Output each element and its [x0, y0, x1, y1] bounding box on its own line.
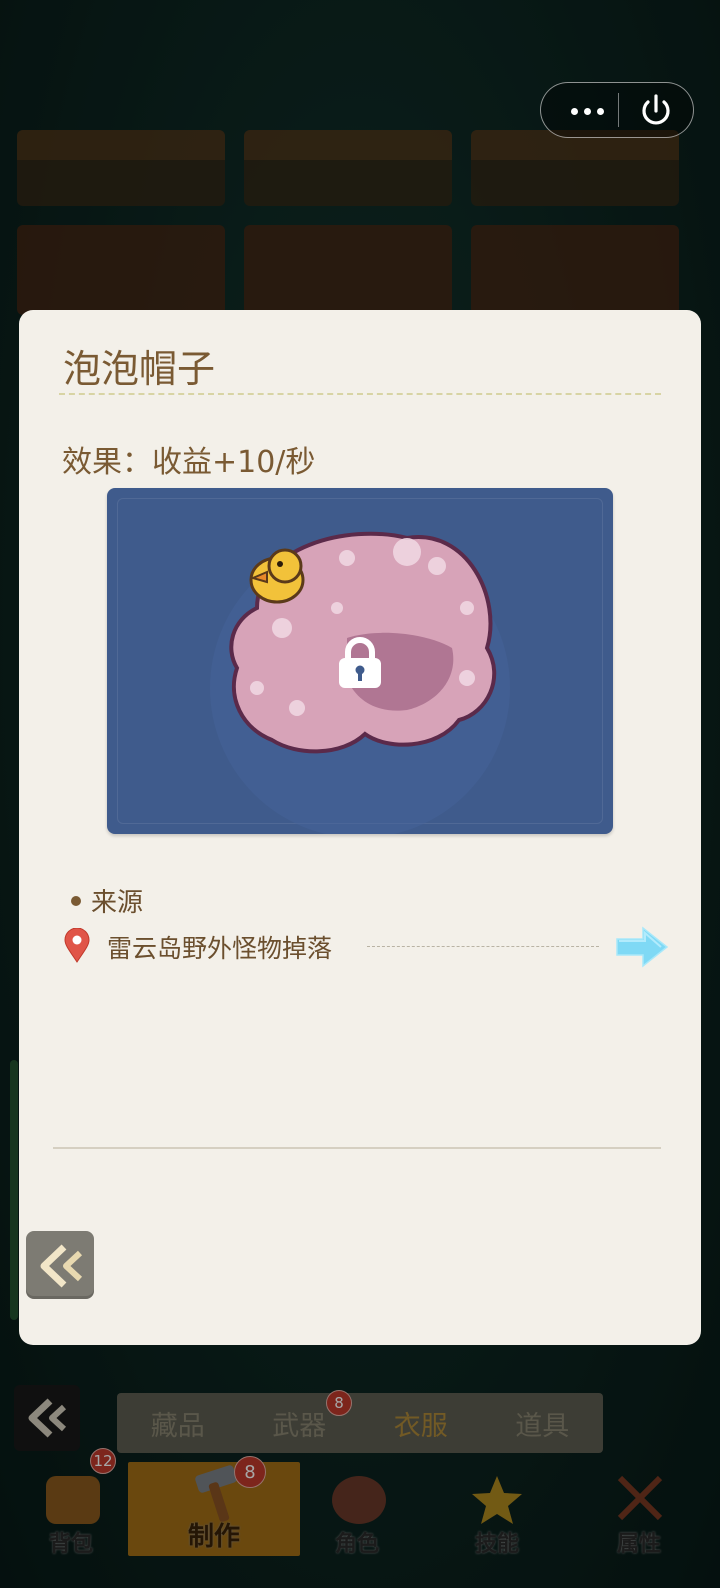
item-effect: 效果：收益+10/秒	[62, 445, 316, 480]
source-location-text: 雷云岛野外怪物掉落	[107, 934, 333, 963]
footer-divider	[53, 1147, 661, 1149]
capsule-divider	[618, 93, 619, 127]
source-entry[interactable]: 雷云岛野外怪物掉落	[63, 922, 669, 972]
item-preview	[107, 488, 613, 834]
bullet-dot	[71, 895, 81, 906]
item-detail-modal: 泡泡帽子 效果：收益+10/秒 来源 雷云岛野外怪物掉落	[19, 310, 701, 1345]
double-chevron-left-icon	[40, 1244, 83, 1288]
power-icon[interactable]	[636, 91, 676, 131]
more-options-button[interactable]	[563, 83, 611, 139]
item-name: 泡泡帽子	[63, 347, 216, 391]
more-dots-icon	[570, 107, 578, 115]
go-arrow-icon[interactable]	[615, 925, 669, 969]
title-divider	[59, 393, 661, 395]
source-section-label: 来源	[71, 882, 143, 919]
leader-dots	[367, 946, 599, 947]
miniprogram-capsule	[540, 82, 694, 138]
location-pin-icon	[64, 928, 90, 963]
close-back-button[interactable]	[26, 1231, 94, 1299]
lock-icon	[339, 637, 381, 688]
